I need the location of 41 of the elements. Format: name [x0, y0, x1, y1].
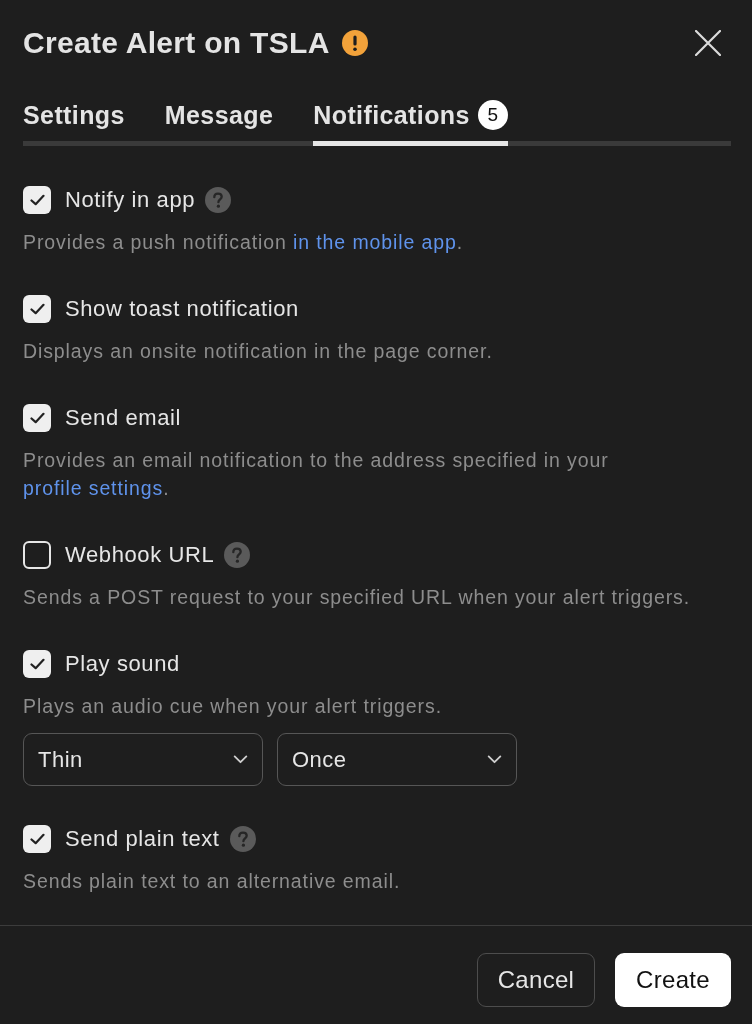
checkbox[interactable] — [23, 186, 51, 214]
option-label: Webhook URL — [65, 541, 215, 569]
option-description: Plays an audio cue when your alert triggers. — [23, 694, 443, 719]
checkmark-icon — [29, 658, 45, 670]
help-icon[interactable] — [224, 542, 251, 568]
option-description: Sends a POST request to your specified URL when your alert triggers. — [23, 585, 692, 610]
checkbox[interactable] — [23, 404, 51, 432]
checkbox[interactable] — [23, 825, 51, 853]
option-description: Provides an email notification to the address specified in your profile settings. — [23, 448, 610, 501]
tab[interactable]: Settings — [23, 100, 125, 146]
help-icon[interactable] — [229, 826, 256, 852]
option-label: Send plain text — [65, 825, 220, 853]
checkmark-icon — [29, 833, 45, 845]
checkmark-icon — [29, 194, 45, 206]
option-label: Send email — [65, 404, 182, 432]
chevron-down-icon — [487, 755, 502, 764]
tab[interactable]: Message — [164, 100, 274, 146]
option-description: Displays an onsite notification in the page corner. — [23, 339, 494, 364]
link[interactable]: in the mobile app — [293, 231, 457, 253]
dialog-title: Create Alert on TSLA — [23, 26, 330, 60]
warning-icon — [341, 30, 368, 56]
checkbox[interactable] — [23, 650, 51, 678]
option-description: Sends plain text to an alternative email. — [23, 869, 402, 894]
count-badge: 5 — [477, 100, 508, 130]
option-label: Notify in app — [65, 186, 196, 214]
checkmark-icon — [29, 412, 45, 424]
tab[interactable]: Notifications 5 — [313, 100, 508, 146]
dropdown[interactable]: Thin — [23, 733, 263, 786]
create-button[interactable]: Create — [615, 953, 731, 1007]
checkbox[interactable] — [23, 295, 51, 323]
cancel-button[interactable]: Cancel — [477, 953, 595, 1007]
option-label: Show toast notification — [65, 295, 299, 323]
dropdown[interactable]: Once — [277, 733, 517, 786]
help-icon[interactable] — [205, 187, 232, 213]
option-description: Provides a push notification in the mobile app. — [23, 230, 465, 255]
checkmark-icon — [29, 303, 45, 315]
close-icon[interactable] — [695, 30, 721, 56]
chevron-down-icon — [233, 755, 248, 764]
option-label: Play sound — [65, 650, 180, 678]
checkbox[interactable] — [23, 541, 51, 569]
link[interactable]: profile settings — [23, 477, 164, 499]
